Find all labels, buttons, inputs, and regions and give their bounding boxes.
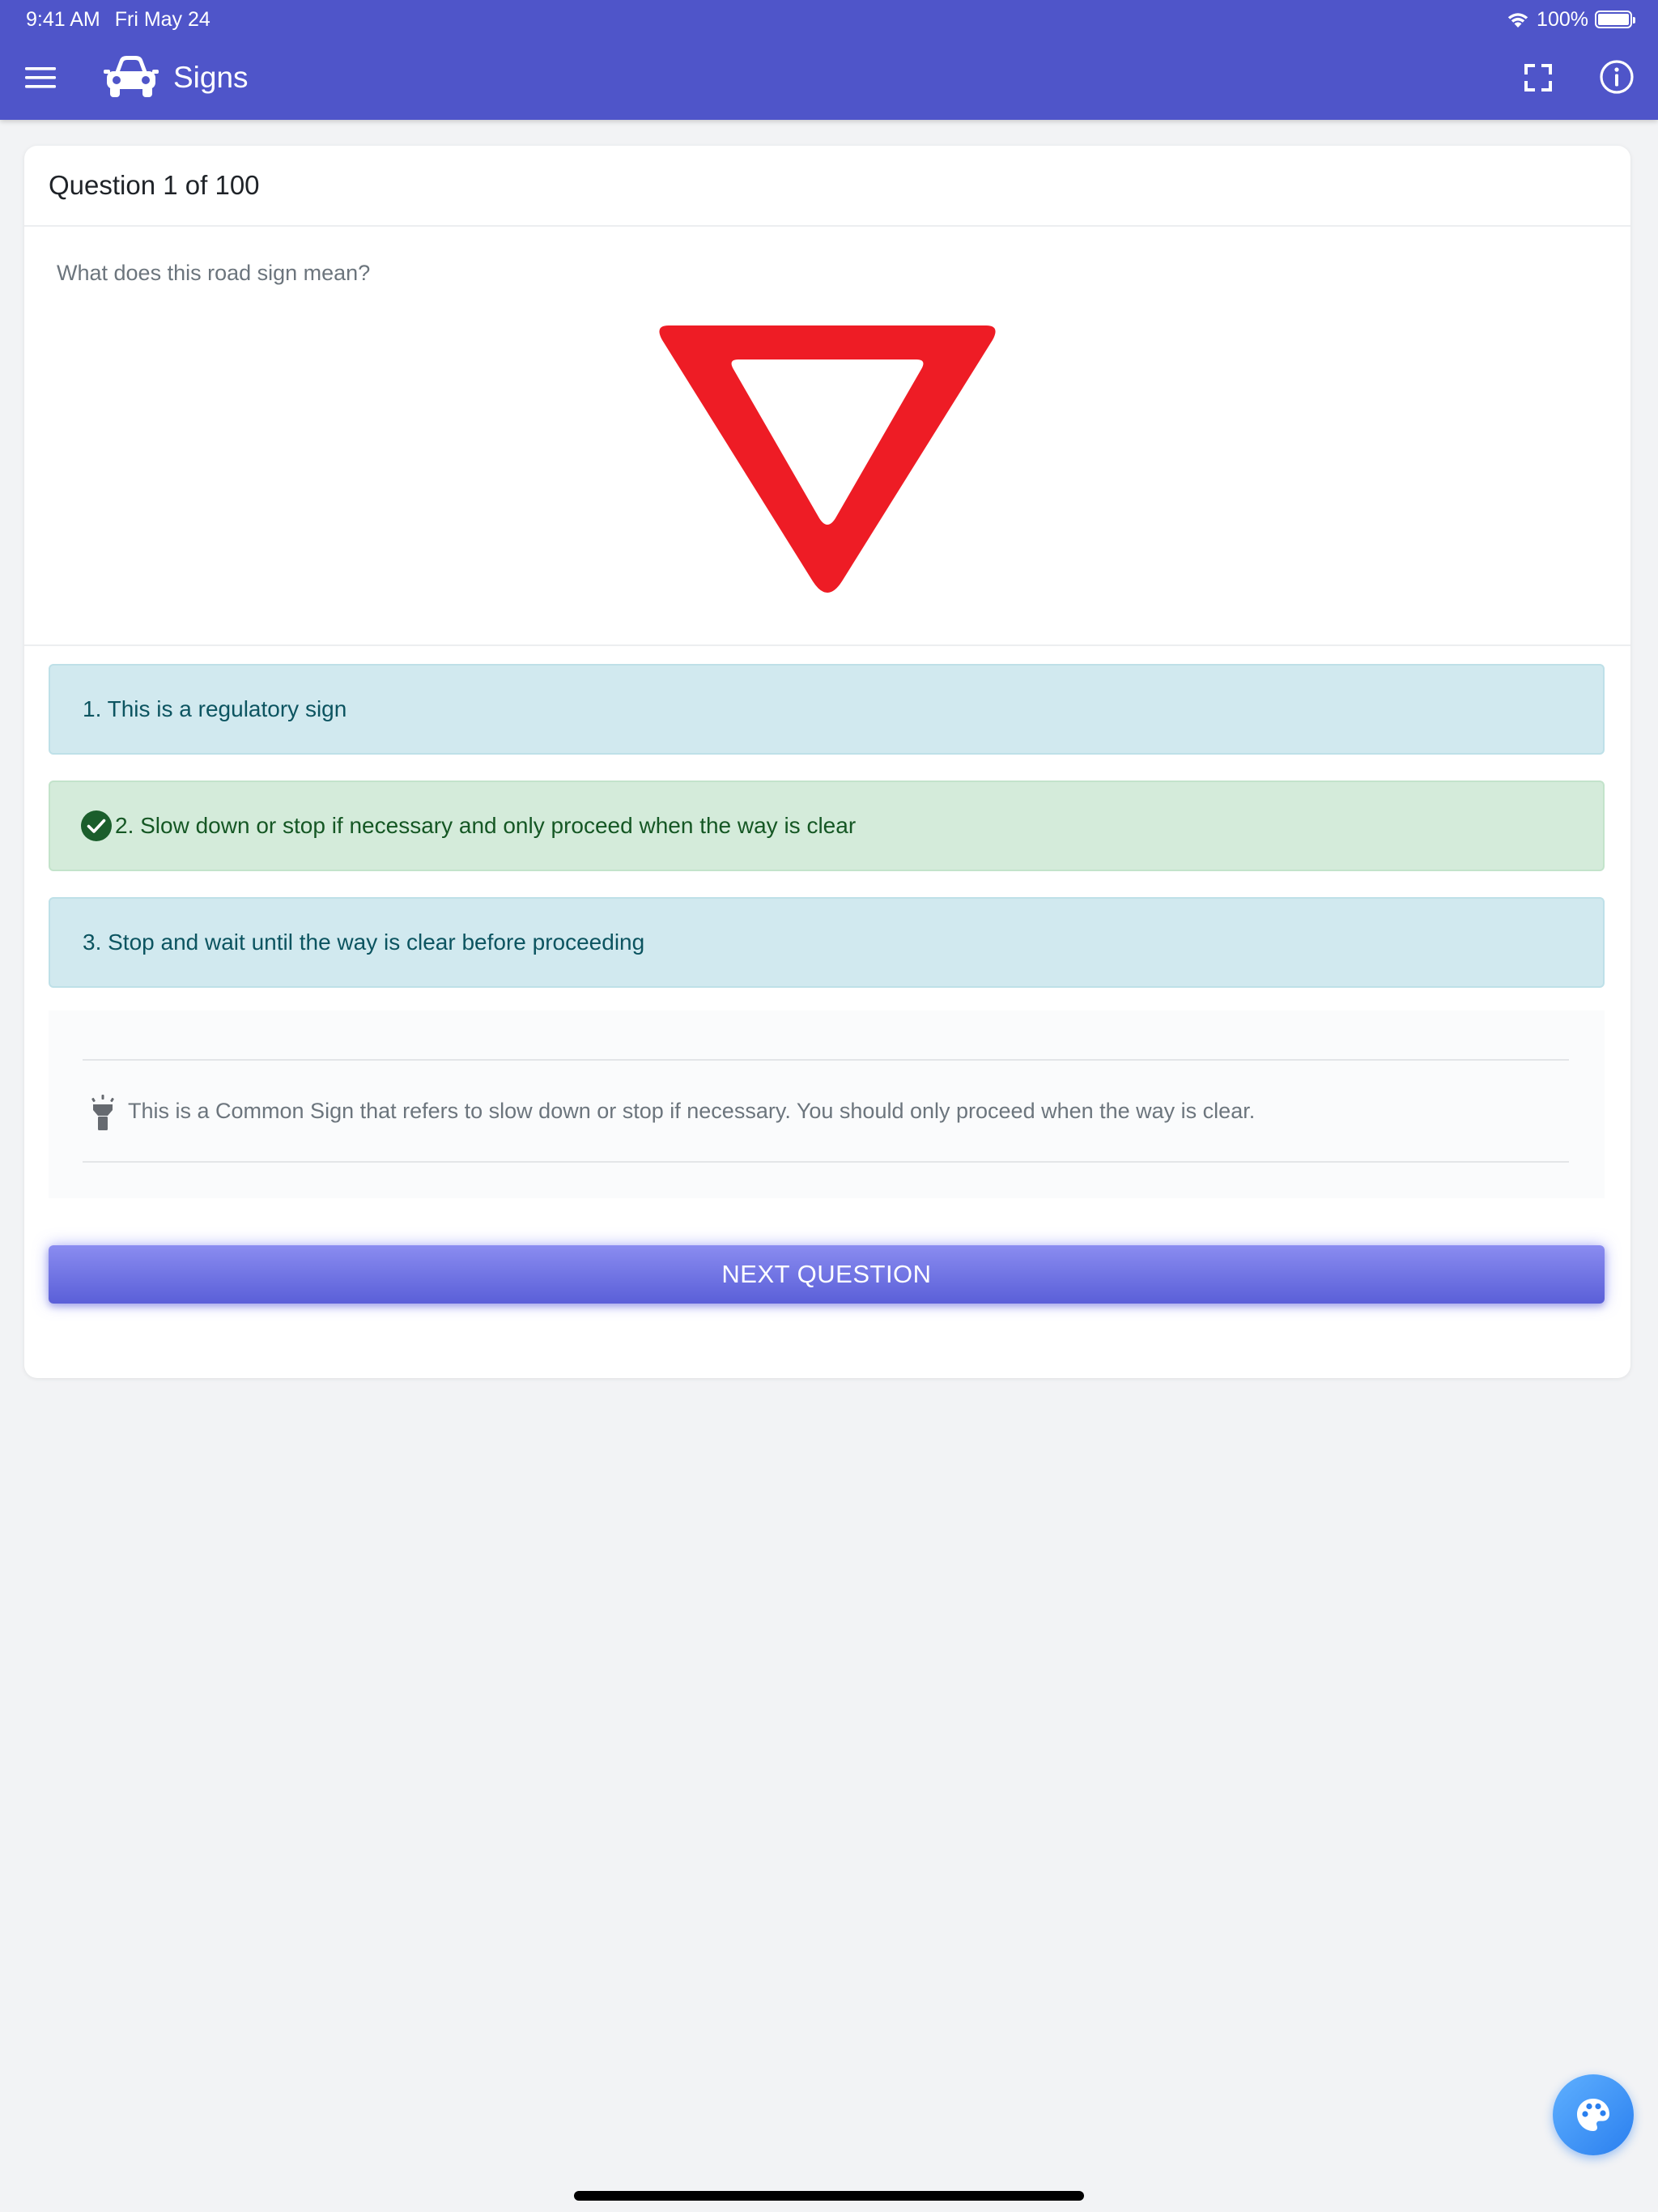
explanation-divider-top (83, 1059, 1569, 1061)
status-bar-left: 9:41 AM Fri May 24 (26, 6, 225, 32)
image-divider (24, 644, 1630, 646)
next-question-button[interactable]: NEXT QUESTION (49, 1245, 1605, 1304)
explanation-divider-bottom (83, 1161, 1569, 1163)
status-date: Fri May 24 (114, 8, 210, 31)
question-counter: Question 1 of 100 (49, 170, 260, 200)
answer-option-3[interactable]: 3. Stop and wait until the way is clear … (49, 897, 1605, 988)
theme-fab-button[interactable] (1553, 2074, 1634, 2155)
app-title: Signs (173, 61, 249, 94)
check-circle-icon (81, 810, 112, 841)
battery-percent: 100% (1537, 7, 1588, 31)
flashlight-icon (91, 1095, 114, 1130)
yield-sign-image (659, 325, 996, 593)
info-icon[interactable] (1598, 58, 1635, 96)
answer-option-2[interactable]: 2. Slow down or stop if necessary and on… (49, 781, 1605, 871)
home-indicator (574, 2191, 1084, 2201)
explanation-text: This is a Common Sign that refers to slo… (128, 1099, 1256, 1123)
answer-option-label: 1. This is a regulatory sign (83, 696, 347, 721)
card-header: Question 1 of 100 (24, 146, 1630, 227)
status-time: 9:41 AM (26, 8, 100, 31)
answer-option-1[interactable]: 1. This is a regulatory sign (49, 664, 1605, 755)
status-bar-right: 100% (1506, 6, 1635, 32)
car-icon (104, 56, 159, 97)
question-text: What does this road sign mean? (57, 261, 371, 285)
wifi-icon (1507, 13, 1528, 28)
fullscreen-icon[interactable] (1522, 62, 1554, 94)
battery-icon (1595, 11, 1635, 28)
question-card: Question 1 of 100 What does this road si… (24, 146, 1630, 1378)
top-bar: 9:41 AM Fri May 24 100% Signs (0, 0, 1658, 120)
palette-icon (1577, 2099, 1609, 2131)
answer-option-label: 3. Stop and wait until the way is clear … (83, 929, 645, 955)
battery-level (1598, 14, 1629, 25)
menu-icon[interactable] (23, 60, 58, 96)
answer-option-label: 2. Slow down or stop if necessary and on… (115, 813, 857, 838)
